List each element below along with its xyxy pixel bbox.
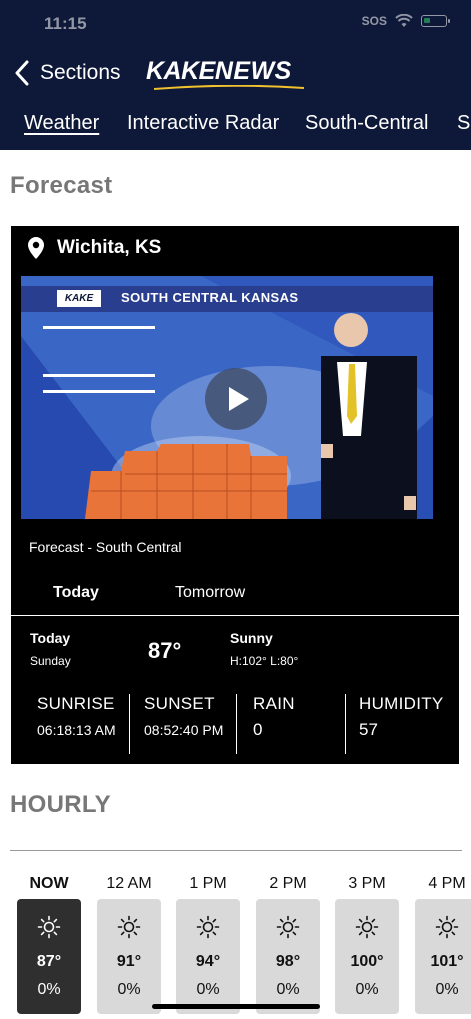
sun-icon (117, 915, 141, 939)
hour-time: 1 PM (189, 875, 227, 892)
play-icon (229, 387, 249, 411)
video-banner-logo: KAKE (57, 290, 101, 307)
forecast-card: Wichita, KS KAKE SOUTH CENTRAL KANSAS Fo… (11, 226, 459, 764)
location-name: Wichita, KS (57, 237, 162, 258)
hour-time: 3 PM (348, 875, 386, 892)
day-tabs: Today Tomorrow (11, 576, 459, 616)
hour-rain: 0% (276, 981, 300, 998)
stat-value: 06:18:13 AM (37, 722, 116, 738)
hour-temp: 101° (430, 953, 464, 970)
hour-temp: 87° (36, 953, 62, 970)
video-banner-text: SOUTH CENTRAL KANSAS (121, 290, 299, 305)
hour-item: 4 PM 101° 0% (415, 875, 471, 1014)
stat-value: 08:52:40 PM (144, 722, 224, 738)
stat-divider (236, 694, 237, 754)
hour-item: 12 AM 91° 0% (97, 875, 161, 1014)
weather-stats: SUNRISE 06:18:13 AM SUNSET 08:52:40 PM R… (11, 694, 459, 754)
hour-card[interactable]: 94° 0% (176, 899, 240, 1014)
stat-label: SUNRISE (37, 694, 115, 713)
stat-label: SUNSET (144, 694, 215, 713)
stat-rain: RAIN 0 (253, 694, 295, 754)
logo-news-text: NEWS (214, 57, 292, 85)
hour-item: 3 PM 100° 0% (335, 875, 399, 1014)
back-button[interactable]: Sections (14, 60, 121, 86)
stat-value: 57 (359, 720, 378, 739)
home-indicator[interactable] (152, 1004, 320, 1009)
today-summary: Today Sunday 87° Sunny H:102° L:80° (11, 630, 459, 682)
stat-label: HUMIDITY (359, 694, 444, 713)
summary-weekday: Sunday (30, 654, 71, 668)
hour-card[interactable]: 100° 0% (335, 899, 399, 1014)
hourly-strip[interactable]: NOW 87° 0% 12 AM 91° 0% 1 PM 94° 0% 2 PM… (0, 875, 471, 1019)
logo-kake-text: KAKE (146, 57, 215, 85)
nav-south-central[interactable]: South-Central (305, 112, 428, 135)
logo-swoosh (154, 85, 304, 90)
stat-divider (129, 694, 130, 754)
sun-icon (435, 915, 459, 939)
stat-value: 0 (253, 720, 263, 739)
sun-icon (37, 915, 61, 939)
stat-humidity: HUMIDITY 57 (359, 694, 444, 754)
hour-item: 1 PM 94° 0% (176, 875, 240, 1014)
wifi-icon (395, 14, 413, 27)
nav-weather[interactable]: Weather (24, 112, 99, 135)
forecast-video[interactable]: KAKE SOUTH CENTRAL KANSAS (21, 276, 433, 519)
sos-indicator: SOS (361, 14, 387, 28)
hour-temp: 94° (195, 953, 221, 970)
location-pin-icon (28, 237, 44, 259)
tab-tomorrow[interactable]: Tomorrow (175, 584, 245, 602)
hour-time: 4 PM (428, 875, 466, 892)
high-low-temps: H:102° L:80° (230, 654, 299, 668)
hour-card[interactable]: 101° 0% (415, 899, 471, 1014)
hour-item: 2 PM 98° 0% (256, 875, 320, 1014)
stat-label: RAIN (253, 694, 295, 713)
sun-icon (196, 915, 220, 939)
status-indicators: SOS (361, 14, 450, 28)
battery-icon (421, 15, 450, 27)
tab-today[interactable]: Today (53, 584, 99, 602)
sun-icon (355, 915, 379, 939)
app-header: 11:15 SOS Sections KAKENEWS Weather Inte… (0, 0, 471, 150)
chevron-left-icon (15, 60, 29, 86)
hourly-title: HOURLY (10, 791, 111, 818)
hour-card[interactable]: 87° 0% (17, 899, 81, 1014)
location-row: Wichita, KS (27, 236, 161, 260)
status-time: 11:15 (44, 14, 87, 33)
hour-rain: 0% (355, 981, 379, 998)
hour-time: NOW (29, 875, 69, 892)
summary-day: Today (30, 630, 71, 646)
hour-rain: 0% (435, 981, 459, 998)
nav-interactive-radar[interactable]: Interactive Radar (127, 112, 279, 135)
back-button-label: Sections (40, 61, 121, 84)
hour-time: 12 AM (106, 875, 152, 892)
section-nav: Weather Interactive Radar South-Central … (0, 112, 471, 142)
hour-card[interactable]: 98° 0% (256, 899, 320, 1014)
hour-rain: 0% (196, 981, 220, 998)
video-caption: Forecast - South Central (29, 539, 182, 555)
sun-icon (276, 915, 300, 939)
hourly-divider (10, 850, 462, 851)
hour-temp: 98° (275, 953, 301, 970)
kake-news-logo: KAKENEWS (146, 57, 328, 91)
play-button[interactable] (205, 368, 267, 430)
forecast-title: Forecast (10, 172, 113, 199)
video-banner: KAKE SOUTH CENTRAL KANSAS (21, 286, 433, 312)
hour-temp: 100° (350, 953, 384, 970)
hour-item: NOW 87° 0% (17, 875, 81, 1014)
stat-sunrise: SUNRISE 06:18:13 AM (37, 694, 116, 754)
stat-divider (345, 694, 346, 754)
hour-rain: 0% (37, 981, 61, 998)
hour-card[interactable]: 91° 0% (97, 899, 161, 1014)
hour-temp: 91° (116, 953, 142, 970)
current-temperature: 87° (148, 638, 182, 663)
stat-sunset: SUNSET 08:52:40 PM (144, 694, 223, 754)
weather-condition: Sunny (230, 630, 273, 646)
hour-time: 2 PM (269, 875, 307, 892)
nav-next-item[interactable]: S (457, 112, 470, 135)
hour-rain: 0% (117, 981, 141, 998)
